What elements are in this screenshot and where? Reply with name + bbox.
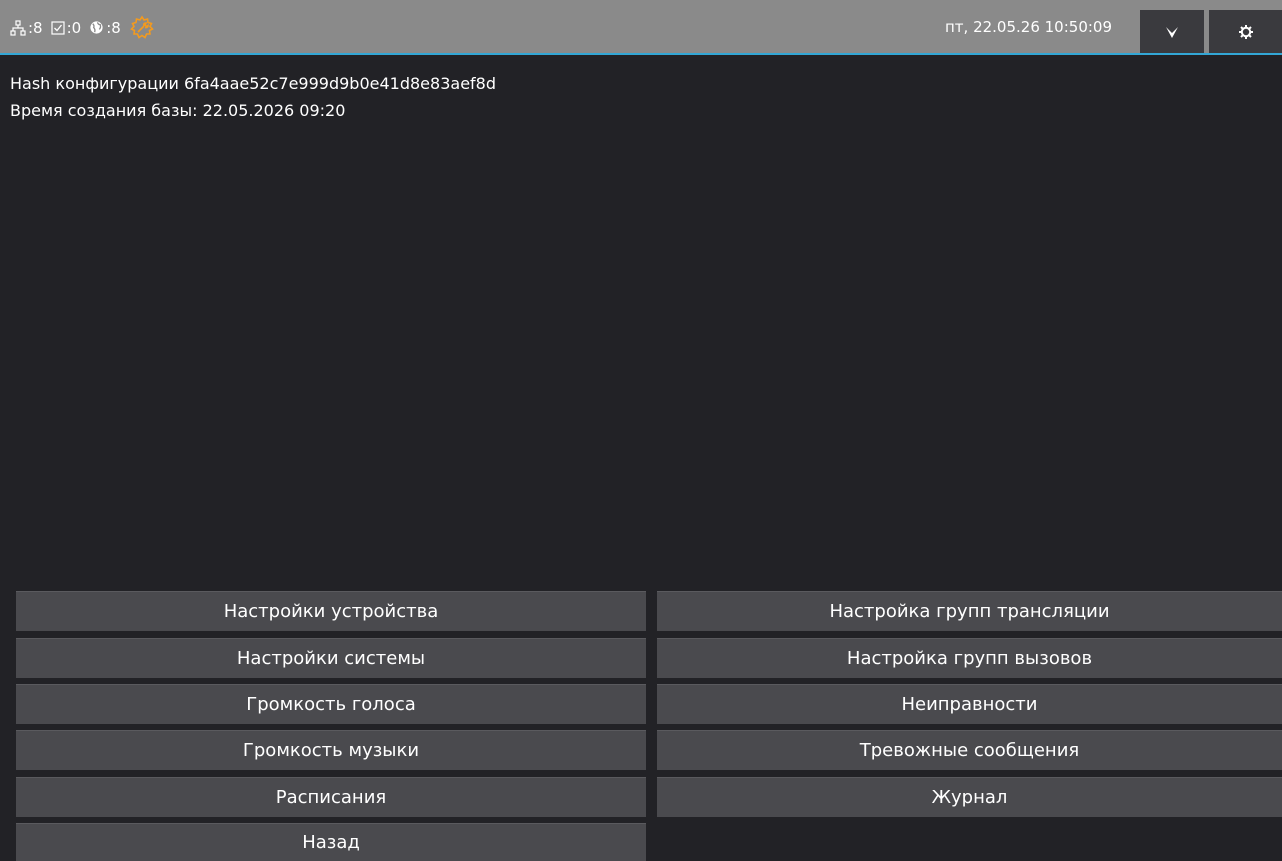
chevron-down-icon bbox=[1166, 26, 1178, 38]
checkbox-icon bbox=[51, 20, 65, 35]
voice-volume-button[interactable]: Громкость голоса bbox=[16, 684, 646, 724]
settings-button[interactable] bbox=[1209, 10, 1282, 53]
network-count: :8 bbox=[28, 18, 43, 37]
music-volume-button[interactable]: Громкость музыки bbox=[16, 730, 646, 770]
service-status[interactable] bbox=[129, 15, 155, 41]
checked-status: :0 bbox=[51, 18, 82, 37]
globe-icon bbox=[90, 21, 103, 34]
system-settings-button[interactable]: Настройки системы bbox=[16, 638, 646, 678]
config-hash: Hash конфигурации 6fa4aae52c7e999d9b0e41… bbox=[10, 74, 496, 93]
checked-count: :0 bbox=[66, 18, 82, 37]
gear-icon bbox=[1238, 24, 1253, 39]
global-count: :8 bbox=[106, 18, 121, 37]
back-button[interactable]: Назад bbox=[16, 823, 646, 861]
faults-button[interactable]: Неиправности bbox=[657, 684, 1282, 724]
datetime-display: пт, 22.05.26 10:50:09 bbox=[944, 18, 1112, 36]
device-settings-button[interactable]: Настройки устройства bbox=[16, 591, 646, 631]
status-indicators: :8 :0 :8 bbox=[10, 0, 159, 55]
journal-button[interactable]: Журнал bbox=[657, 777, 1282, 817]
wrench-gear-icon[interactable] bbox=[129, 15, 155, 41]
network-status: :8 bbox=[10, 19, 43, 37]
broadcast-groups-button[interactable]: Настройка групп трансляции bbox=[657, 591, 1282, 631]
network-icon bbox=[10, 19, 26, 36]
top-status-bar: :8 :0 :8 пт, 22.05.26 10:50:09 bbox=[0, 0, 1282, 55]
alarm-messages-button[interactable]: Тревожные сообщения bbox=[657, 730, 1282, 770]
global-status: :8 bbox=[89, 19, 121, 37]
schedules-button[interactable]: Расписания bbox=[16, 777, 646, 817]
config-info: Hash конфигурации 6fa4aae52c7e999d9b0e41… bbox=[10, 70, 496, 124]
db-creation-time: Время создания базы: 22.05.2026 09:20 bbox=[10, 101, 346, 120]
call-groups-button[interactable]: Настройка групп вызовов bbox=[657, 638, 1282, 678]
dropdown-menu-button[interactable] bbox=[1140, 10, 1204, 53]
